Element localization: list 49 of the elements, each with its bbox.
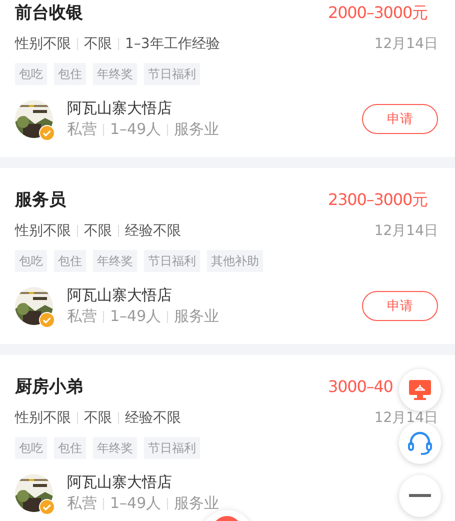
job-requirement: 性别不限 — [15, 35, 71, 53]
monitor-icon — [408, 379, 432, 401]
company-info: 1–49人 — [110, 120, 162, 139]
benefit-tag: 包吃 — [15, 63, 47, 85]
job-requirement: 经验不限 — [125, 222, 181, 240]
job-title: 厨房小弟 — [15, 377, 83, 397]
job-requirement: 经验不限 — [125, 409, 181, 427]
company-name: 阿瓦山寨大悟店 — [67, 99, 173, 118]
post-date: 12月14日 — [374, 35, 438, 53]
job-card[interactable]: 服务员 2300–3000元 性别不限 不限 经验不限 12月14日 包吃 包住 年终奖 节日福利 其他补助 阿瓦山寨大悟店 私营 1–49人 服务业 申请 — [0, 168, 455, 344]
post-date: 12月14日 — [374, 222, 438, 240]
benefit-tag: 节日福利 — [144, 437, 200, 459]
post-date: 12月14日 — [374, 409, 438, 427]
job-card[interactable]: 厨房小弟 3000–40 性别不限 不限 经验不限 12月14日 包吃 包住 年终奖 节日福利 阿瓦山寨大悟店 私营 1–49人 服务业 — [0, 355, 455, 521]
company-name: 阿瓦山寨大悟店 — [67, 473, 173, 492]
company-info: 私营 — [67, 120, 97, 139]
company-info: 私营 — [67, 494, 97, 513]
job-title: 前台收银 — [15, 3, 83, 23]
job-requirement: 1–3年工作经验 — [125, 35, 220, 53]
benefit-tag: 节日福利 — [144, 250, 200, 272]
company-info: 服务业 — [174, 120, 220, 139]
company-info: 服务业 — [174, 494, 220, 513]
company-info: 服务业 — [174, 307, 220, 326]
benefit-tag: 包住 — [54, 250, 86, 272]
company-info: 1–49人 — [110, 494, 162, 513]
benefit-tag: 其他补助 — [207, 250, 263, 272]
minus-icon — [409, 494, 431, 498]
job-requirement: 不限 — [84, 35, 112, 53]
benefit-tag: 包吃 — [15, 437, 47, 459]
salary: 2000–3000元 — [328, 3, 428, 23]
benefit-tag: 包吃 — [15, 250, 47, 272]
benefit-tag: 包住 — [54, 63, 86, 85]
job-requirement: 性别不限 — [15, 409, 71, 427]
company-name: 阿瓦山寨大悟店 — [67, 286, 173, 305]
benefit-tag: 年终奖 — [93, 437, 137, 459]
job-title: 服务员 — [15, 190, 66, 210]
job-requirement: 不限 — [84, 409, 112, 427]
job-requirement: 性别不限 — [15, 222, 71, 240]
company-info: 1–49人 — [110, 307, 162, 326]
headset-icon — [407, 430, 433, 456]
benefit-tag: 节日福利 — [144, 63, 200, 85]
benefit-tag: 年终奖 — [93, 250, 137, 272]
benefit-tag: 年终奖 — [93, 63, 137, 85]
job-card[interactable]: 前台收银 2000–3000元 性别不限 不限 1–3年工作经验 12月14日 包吃 包住 年终奖 节日福利 阿瓦山寨大悟店 私营 1–49人 服务业 申请 — [0, 0, 455, 157]
salary: 3000–40 — [328, 377, 393, 397]
benefit-tag: 包住 — [54, 437, 86, 459]
job-requirement: 不限 — [84, 222, 112, 240]
company-info: 私营 — [67, 307, 97, 326]
salary: 2300–3000元 — [328, 190, 428, 210]
